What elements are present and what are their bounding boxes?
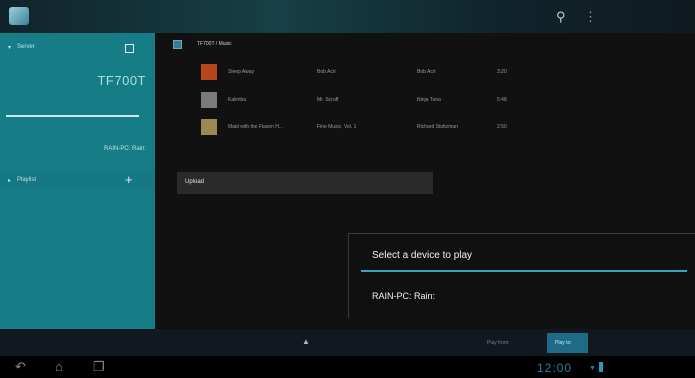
plus-icon[interactable]: + [125,173,133,186]
recent-apps-icon[interactable]: ❐ [93,360,105,374]
playback-bar: ▲ Play from: Play to: [0,329,695,356]
clock: 12:00 [537,361,573,375]
sidebar: ▾ Server TF700T RAIN-PC: Rain: ▸ Playlis… [0,33,155,329]
square-icon[interactable] [125,44,134,53]
system-nav-bar: ↶ ⌂ ❐ 12:00 ▼ [0,356,695,378]
track-artist: Mr. Scruff [317,97,339,103]
overflow-menu-icon[interactable]: ⋮ [584,9,598,25]
wifi-icon: ▼ [589,365,596,372]
play-to-label: Play to: [555,340,572,346]
chevron-up-icon[interactable]: ▲ [302,337,310,346]
pc-name: RAIN-PC: Rain: [103,146,146,152]
play-to-button[interactable]: Play to: [547,333,588,353]
album-art-icon [201,92,217,108]
back-icon[interactable]: ↶ [15,360,26,374]
track-duration: 5:48 [497,97,507,103]
album-art-icon [201,119,217,135]
sidebar-playlist-label: Playlist [17,177,37,183]
track-duration: 2:50 [497,124,507,130]
media-app-icon[interactable] [9,7,29,25]
home-icon[interactable]: ⌂ [55,360,63,374]
track-duration: 3:20 [497,69,507,75]
folder-icon[interactable] [173,40,182,49]
play-from-button[interactable]: Play from: [487,340,510,346]
track-album: Richard Stoltzman [417,124,458,130]
search-icon[interactable]: ⚲ [556,10,570,24]
track-row[interactable]: Kalimba Mr. Scruff Ninja Tuna 5:48 [195,91,525,111]
track-artist: Fine Music, Vol. 1 [317,124,357,130]
action-bar: ⚲ ⋮ [0,0,695,33]
breadcrumb[interactable]: TF700T / Music [197,41,232,47]
chevron-down-icon: ▾ [8,45,12,51]
dialog-divider [361,270,687,272]
track-artist: Bob Acri [317,69,336,75]
album-art-icon [201,64,217,80]
device-divider [6,115,139,117]
track-title: Maid with the Flaxen H... [228,124,284,130]
device-name: TF700T [97,73,146,88]
track-album: Ninja Tuna [417,97,441,103]
track-title: Sleep Away [228,69,255,75]
dialog-title: Select a device to play [372,250,473,261]
track-row[interactable]: Maid with the Flaxen H... Fine Music, Vo… [195,118,525,138]
device-option[interactable]: RAIN-PC: Rain: [372,291,435,301]
device-picker-dialog: Select a device to play RAIN-PC: Rain: [348,233,695,318]
track-title: Kalimba [228,97,247,103]
track-row[interactable]: Sleep Away Bob Acri Bob Acri 3:20 [195,63,525,83]
upload-label: Upload [185,179,205,185]
sidebar-server-row[interactable]: ▾ Server [0,38,155,58]
sidebar-playlist-row[interactable]: ▸ Playlist + [0,170,155,190]
sidebar-server-label: Server [17,44,35,50]
track-album: Bob Acri [417,69,436,75]
chevron-right-icon: ▸ [8,178,12,184]
battery-icon [599,362,603,372]
upload-button[interactable]: Upload [177,172,433,194]
